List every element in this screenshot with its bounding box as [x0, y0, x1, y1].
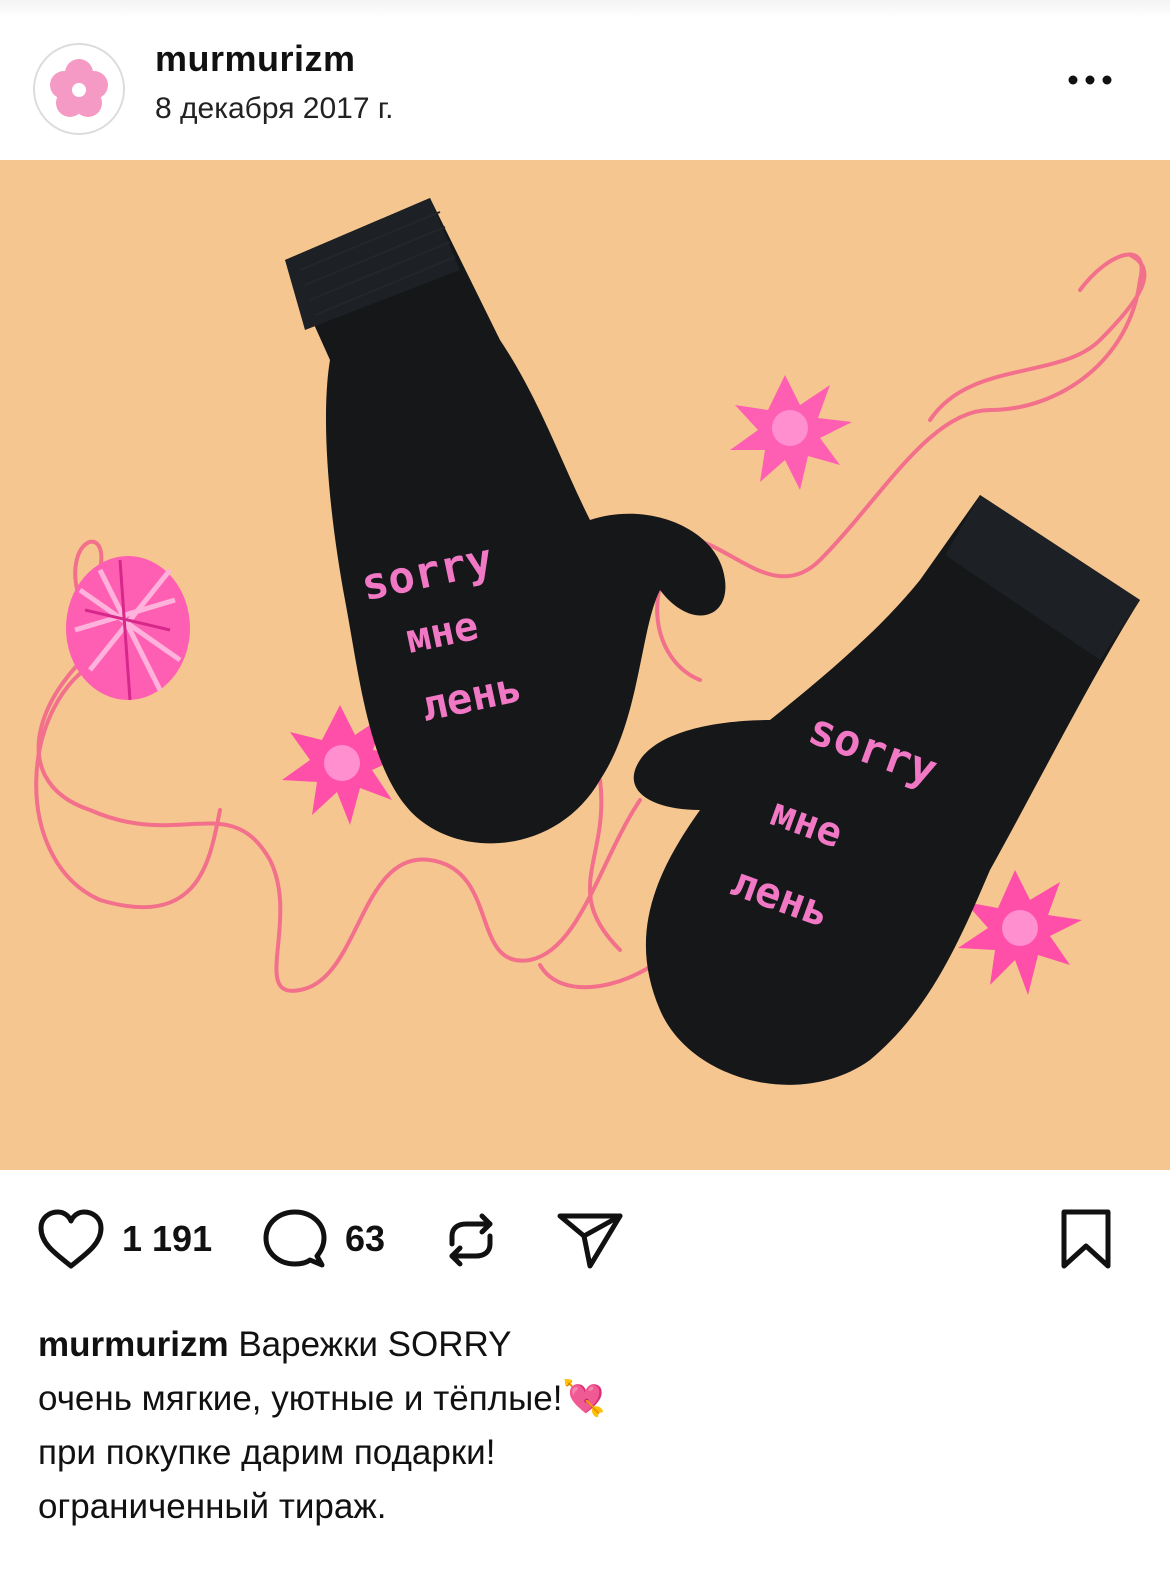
share-button[interactable] — [556, 1208, 626, 1277]
heart-arrow-emoji: 💘 — [562, 1379, 607, 1418]
post-date: 8 декабря 2017 г. — [155, 92, 394, 125]
caption-line-4: ограниченный тираж. — [38, 1487, 387, 1526]
caption-line-2: очень мягкие, уютные и тёплые!💘 — [38, 1372, 1128, 1426]
save-button[interactable] — [1058, 1208, 1114, 1277]
caption-username[interactable]: murmurizm — [38, 1325, 229, 1364]
send-plane-icon — [557, 1213, 623, 1269]
more-options-button[interactable] — [1060, 62, 1120, 98]
caption-line-3: при покупке дарим подарки! — [38, 1433, 496, 1472]
heart-icon — [38, 1209, 104, 1269]
post-username[interactable]: murmurizm — [155, 38, 356, 80]
caption-text-2: очень мягкие, уютные и тёплые! — [38, 1379, 563, 1418]
ribbon-ball — [66, 556, 190, 701]
post-header: murmurizm 8 декабря 2017 г. — [0, 0, 1170, 160]
caption-line-1: murmurizm Варежки SORRY — [38, 1318, 1128, 1372]
post-caption: murmurizm Варежки SORRY очень мягкие, ую… — [38, 1318, 1128, 1534]
comment-button[interactable] — [262, 1208, 328, 1277]
like-count[interactable]: 1 191 — [122, 1218, 212, 1260]
pink-flower-icon — [35, 45, 123, 133]
more-dots-icon — [1068, 75, 1112, 85]
post-photo[interactable]: sorry мне лень sorry мне лень — [0, 160, 1170, 1170]
like-button[interactable] — [36, 1208, 106, 1277]
comment-bubble-icon — [263, 1209, 327, 1268]
repost-button[interactable] — [440, 1208, 502, 1277]
bookmark-icon — [1061, 1209, 1111, 1269]
comment-count[interactable]: 63 — [345, 1218, 385, 1260]
avatar[interactable] — [33, 43, 125, 135]
repost-arrows-icon — [449, 1213, 493, 1267]
caption-text-1: Варежки SORRY — [238, 1325, 512, 1364]
mittens-photo-illustration: sorry мне лень sorry мне лень — [0, 160, 1170, 1170]
